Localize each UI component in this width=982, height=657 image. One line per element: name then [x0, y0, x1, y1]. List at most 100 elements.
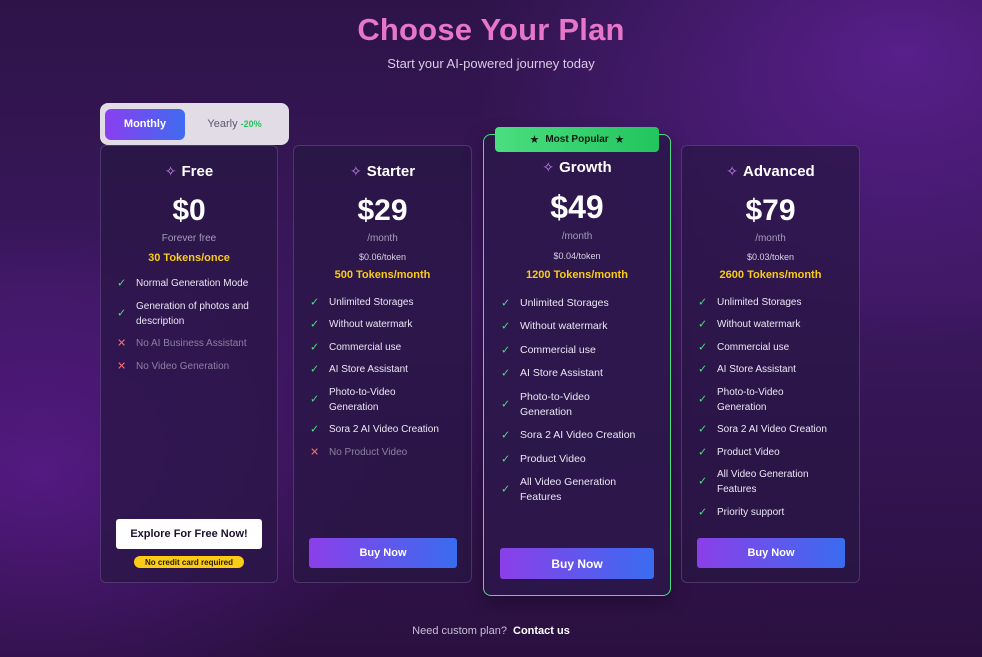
yearly-option[interactable]: Yearly -20%	[185, 109, 284, 140]
explore-free-button[interactable]: Explore For Free Now!	[116, 519, 262, 549]
sparkle-icon: ✧	[542, 159, 555, 175]
check-icon: ✓	[501, 429, 511, 441]
x-icon: ✕	[117, 360, 127, 372]
x-icon: ✕	[310, 446, 320, 458]
feature-item: ✓ Photo-to-Video Generation	[501, 391, 590, 418]
feature-item: ✓ Sora 2 AI Video Creation	[501, 429, 636, 441]
feature-item: ✕ No Product Video	[310, 446, 408, 459]
badge-label: Most Popular	[545, 134, 609, 145]
check-icon: ✓	[698, 506, 708, 518]
sparkle-icon: ✧	[349, 163, 362, 179]
feature-item: ✓ AI Store Assistant	[698, 363, 796, 376]
price-note: /month	[561, 231, 593, 242]
check-icon: ✓	[501, 367, 511, 379]
feature-item: ✓ Commercial use	[501, 344, 596, 356]
sparkle-icon: ✧	[726, 163, 739, 179]
feature-item: ✓ Normal Generation Mode	[117, 277, 249, 290]
plan-name: Advanced	[743, 163, 815, 180]
plan-tokens: 1200 Tokens/month	[526, 269, 628, 281]
feature-item: ✓ Without watermark	[310, 318, 413, 331]
feature-item: ✓ Unlimited Storages	[310, 296, 414, 309]
feature-item: ✓ Sora 2 AI Video Creation	[310, 423, 439, 436]
x-icon: ✕	[117, 337, 127, 349]
feature-item: ✓ Unlimited Storages	[698, 296, 802, 309]
check-icon: ✓	[501, 453, 511, 465]
check-icon: ✓	[698, 296, 708, 308]
check-icon: ✓	[698, 341, 708, 353]
check-icon: ✓	[310, 318, 320, 330]
plan-price: $0	[172, 194, 206, 227]
feature-item: ✕ No AI Business Assistant	[117, 337, 247, 350]
feature-list: ✓ Unlimited Storages ✓ Without watermark ✓…	[698, 295, 849, 520]
plan-header: ✧ Free	[101, 163, 277, 180]
feature-item: ✓ Commercial use	[698, 341, 790, 354]
plan-price: $49	[550, 189, 604, 225]
check-icon: ✓	[698, 446, 708, 458]
plan-tokens: 30 Tokens/once	[148, 252, 230, 264]
feature-item: ✓ All Video Generation Features	[501, 476, 617, 503]
price-per-token: $0.06/token	[358, 252, 407, 262]
sparkle-icon: ✧	[164, 163, 177, 179]
check-icon: ✓	[310, 423, 320, 435]
feature-item: ✓ Product Video	[698, 446, 780, 459]
plan-card-growth: ★ Most Popular ★ ✧ Growth $49 /month $0.…	[483, 127, 671, 596]
star-icon: ★	[614, 134, 625, 146]
plan-price: $29	[357, 194, 408, 227]
feature-item: ✓ Unlimited Storages	[501, 297, 609, 309]
custom-plan-prompt: Need custom plan?	[412, 625, 507, 637]
plan-card-starter: ✧ Starter $29 /month $0.06/token 500 Tok…	[293, 145, 472, 583]
contact-us-link[interactable]: Contact us	[513, 625, 570, 637]
plan-header: ✧ Advanced	[682, 163, 859, 180]
plan-header: ✧ Starter	[294, 163, 471, 180]
check-icon: ✓	[698, 475, 708, 488]
feature-list: ✓ Normal Generation Mode ✓ Generation of p…	[117, 276, 267, 374]
check-icon: ✓	[117, 277, 127, 289]
monthly-option[interactable]: Monthly	[105, 108, 185, 140]
plan-name: Growth	[559, 159, 612, 176]
custom-plan-footer: Need custom plan? Contact us	[0, 625, 982, 637]
feature-item: ✓ Sora 2 AI Video Creation	[698, 423, 827, 436]
buy-now-button-growth[interactable]: Buy Now	[500, 548, 654, 579]
check-icon: ✓	[501, 483, 511, 496]
check-icon: ✓	[501, 398, 511, 411]
check-icon: ✓	[310, 393, 320, 406]
price-per-token: $0.04/token	[553, 251, 601, 261]
plan-header: ✧ Growth	[484, 159, 670, 176]
check-icon: ✓	[310, 296, 320, 308]
feature-item: ✓ Without watermark	[501, 320, 608, 332]
buy-now-button-advanced[interactable]: Buy Now	[697, 538, 845, 568]
feature-list: ✓ Unlimited Storages ✓ Without watermark ✓…	[310, 295, 461, 460]
check-icon: ✓	[698, 393, 708, 406]
check-icon: ✓	[698, 318, 708, 330]
plan-name: Free	[181, 163, 214, 180]
feature-item: ✓ Priority support	[698, 506, 785, 519]
check-icon: ✓	[698, 363, 708, 375]
price-per-token: $0.03/token	[746, 252, 795, 262]
check-icon: ✓	[501, 344, 511, 356]
yearly-label: Yearly	[207, 118, 238, 130]
billing-toggle: Monthly Yearly -20%	[100, 103, 289, 145]
plan-card-advanced: ✧ Advanced $79 /month $0.03/token 2600 T…	[681, 145, 860, 583]
price-note: Forever free	[161, 233, 217, 244]
check-icon: ✓	[310, 363, 320, 375]
plan-tokens: 500 Tokens/month	[334, 269, 431, 281]
feature-item: ✓ Commercial use	[310, 341, 402, 354]
most-popular-badge: ★ Most Popular ★	[495, 127, 659, 152]
buy-now-button-starter[interactable]: Buy Now	[309, 538, 457, 568]
feature-item: ✓ Photo-to-Video Generation	[310, 387, 396, 413]
feature-item: ✕ No Video Generation	[117, 360, 230, 373]
feature-item: ✓ Generation of photos and description	[117, 301, 249, 327]
feature-item: ✓ Product Video	[501, 453, 586, 465]
page-subtitle: Start your AI-powered journey today	[387, 56, 595, 71]
plan-tokens: 2600 Tokens/month	[719, 269, 822, 281]
check-icon: ✓	[698, 423, 708, 435]
feature-item: ✓ AI Store Assistant	[501, 367, 603, 379]
plan-price: $79	[745, 194, 796, 227]
check-icon: ✓	[501, 320, 511, 332]
price-note: /month	[755, 233, 786, 244]
feature-item: ✓ All Video Generation Features	[698, 469, 809, 495]
price-note: /month	[367, 233, 398, 244]
feature-item: ✓ Photo-to-Video Generation	[698, 387, 784, 413]
feature-list: ✓ Unlimited Storages ✓ Without watermark ✓…	[501, 296, 660, 505]
page-title: Choose Your Plan	[357, 12, 625, 47]
